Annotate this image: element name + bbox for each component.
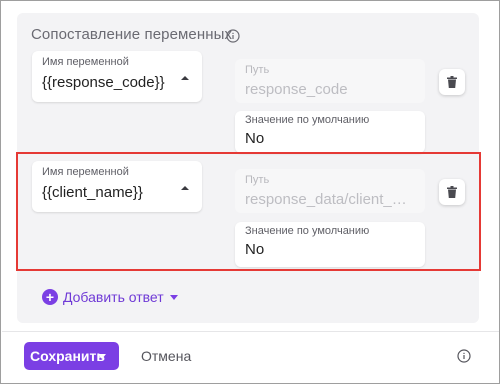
plus-circle-icon: +	[42, 289, 58, 305]
default-value-field-1[interactable]: Значение по умолчанию No	[235, 111, 425, 153]
save-button-label: Сохранить	[30, 348, 105, 364]
cancel-button[interactable]: Отмена	[141, 348, 191, 364]
chevron-down-icon[interactable]	[98, 354, 106, 359]
variable-name-select-1[interactable]: Имя переменной {{response_code}}	[32, 51, 202, 102]
dialog-frame: Сопоставление переменных Имя переменной …	[0, 0, 500, 384]
trash-icon	[447, 76, 457, 88]
add-answer-button[interactable]: + Добавить ответ	[42, 288, 178, 306]
path-value: response_code	[245, 81, 348, 98]
footer-divider	[2, 331, 499, 332]
caret-up-icon[interactable]	[180, 75, 190, 81]
save-button[interactable]: Сохранить	[24, 342, 119, 370]
section-title: Сопоставление переменных	[31, 26, 233, 43]
path-field-1[interactable]: Путь response_code	[235, 59, 425, 103]
default-value-value: No	[245, 130, 265, 147]
variable-name-value: {{response_code}}	[42, 74, 165, 91]
info-icon[interactable]	[226, 29, 240, 43]
path-label: Путь	[245, 64, 270, 76]
delete-row-button-1[interactable]	[439, 69, 465, 95]
variable-name-label: Имя переменной	[42, 56, 129, 68]
default-value-label: Значение по умолчанию	[245, 114, 370, 126]
chevron-down-icon	[169, 294, 178, 300]
add-answer-label: Добавить ответ	[63, 289, 164, 305]
info-icon[interactable]	[457, 349, 471, 363]
highlight-box	[16, 152, 481, 271]
